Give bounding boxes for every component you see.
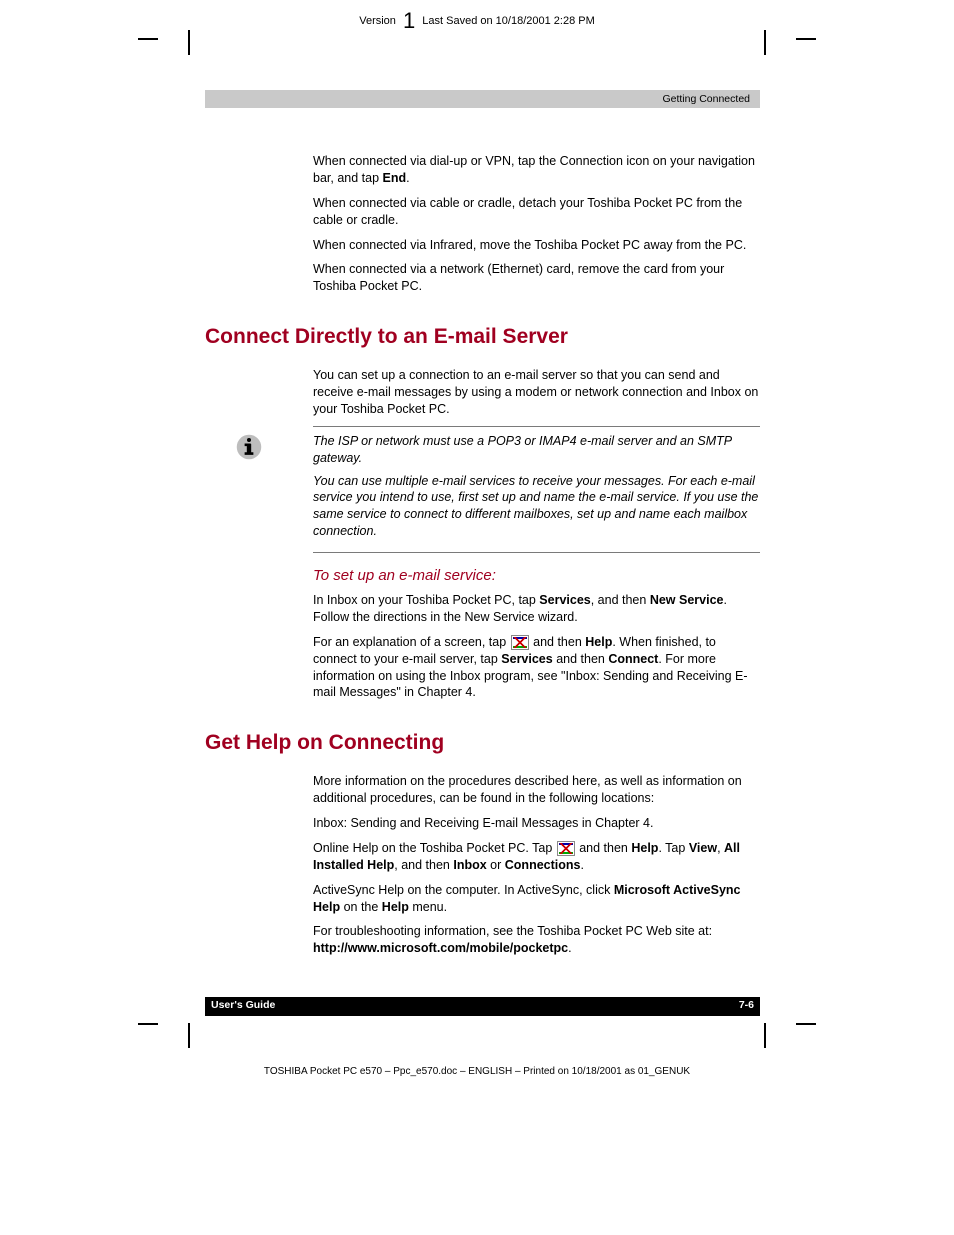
list-item: When connected via Infrared, move the To…: [313, 237, 760, 254]
heading-help: Get Help on Connecting: [205, 731, 760, 755]
crop-mark: [138, 38, 158, 60]
heading-connect: Connect Directly to an E-mail Server: [205, 325, 760, 349]
footer-right: 7-6: [739, 999, 754, 1011]
section-header-bar: Getting Connected: [205, 90, 760, 108]
info-icon: [235, 433, 263, 466]
crop-mark: [796, 38, 816, 60]
crop-mark: [796, 1023, 816, 1045]
version-label: Version: [359, 15, 396, 27]
start-flag-icon: [511, 635, 529, 650]
list-item: When connected via cable or cradle, deta…: [313, 195, 760, 229]
list-item: When connected via dial-up or VPN, tap t…: [313, 153, 760, 187]
version-header: Version 1 Last Saved on 10/18/2001 2:28 …: [0, 8, 954, 34]
separator: [313, 552, 760, 553]
page-footer-bar: User's Guide 7-6: [205, 997, 760, 1016]
list-item: Online Help on the Toshiba Pocket PC. Ta…: [313, 840, 760, 874]
separator: [313, 426, 760, 427]
print-footer: TOSHIBA Pocket PC e570 – Ppc_e570.doc – …: [0, 1066, 954, 1077]
section-header: Getting Connected: [662, 93, 750, 105]
body-paragraph: More information on the procedures descr…: [313, 773, 760, 807]
body-paragraph: You can set up a connection to an e-mail…: [313, 367, 760, 418]
list-item: ActiveSync Help on the computer. In Acti…: [313, 882, 760, 916]
list-item: For troubleshooting information, see the…: [313, 923, 760, 957]
start-flag-icon: [557, 841, 575, 856]
list-item: In Inbox on your Toshiba Pocket PC, tap …: [313, 592, 760, 626]
list-item: When connected via a network (Ethernet) …: [313, 261, 760, 295]
note-text: The ISP or network must use a POP3 or IM…: [313, 433, 760, 546]
footer-left: User's Guide: [211, 999, 275, 1011]
last-saved: Last Saved on 10/18/2001 2:28 PM: [422, 15, 594, 27]
version-number: 1: [403, 8, 415, 33]
body-paragraph: For an explanation of a screen, tap and …: [313, 634, 760, 702]
list-item: Inbox: Sending and Receiving E-mail Mess…: [313, 815, 760, 832]
heading-setup: To set up an e-mail service:: [313, 567, 760, 584]
crop-mark: [138, 1023, 158, 1045]
